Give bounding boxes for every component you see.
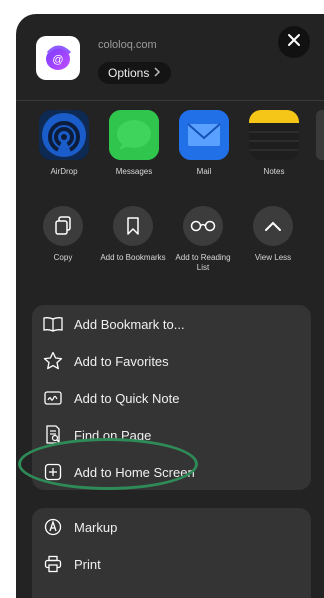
share-actions-row: Copy Add to Bookmarks Add to Reading Lis…	[16, 206, 324, 296]
print-icon	[42, 553, 64, 575]
options-button[interactable]: Options	[98, 62, 172, 84]
share-apps-row: AirDrop Messages Mail Notes	[16, 110, 324, 184]
highlight-annotation	[18, 438, 198, 490]
messages-icon	[109, 110, 159, 160]
copy-icon	[43, 206, 83, 246]
site-icon: @	[36, 36, 80, 80]
app-airdrop[interactable]: AirDrop	[34, 110, 94, 176]
action-label: Copy	[53, 253, 73, 262]
app-label: Mail	[196, 167, 212, 176]
action-label: View Less	[254, 253, 292, 262]
menu-label: Markup	[74, 519, 118, 535]
bookmark-icon	[113, 206, 153, 246]
action-label: Add to Bookmarks	[100, 253, 166, 262]
action-label: Add to Reading List	[175, 253, 231, 272]
app-label: AirDrop	[50, 167, 78, 176]
header-divider	[16, 100, 324, 101]
menu-item-add-to-favorites[interactable]: Add to Favorites	[32, 344, 311, 378]
quick-note-icon	[42, 387, 64, 409]
chevron-up-icon	[253, 206, 293, 246]
menu-group-secondary: Markup Print	[32, 508, 311, 598]
menu-item-markup[interactable]: Markup	[32, 510, 311, 544]
star-icon	[42, 350, 64, 372]
notes-icon	[249, 110, 299, 160]
menu-label: Add to Quick Note	[74, 390, 180, 406]
close-button[interactable]	[278, 26, 310, 58]
app-messages[interactable]: Messages	[104, 110, 164, 176]
menu-label: Add Bookmark to...	[74, 316, 185, 332]
action-view-less[interactable]: View Less	[239, 206, 307, 263]
close-icon	[287, 33, 301, 52]
chevron-right-icon	[153, 66, 161, 80]
glasses-icon	[183, 206, 223, 246]
app-label: Messages	[115, 167, 153, 176]
airdrop-icon	[39, 110, 89, 160]
menu-item-add-to-quick-note[interactable]: Add to Quick Note	[32, 381, 311, 415]
menu-label: Print	[74, 556, 101, 572]
action-reading-list[interactable]: Add to Reading List	[169, 206, 237, 273]
share-sheet: @ cololoq.com Options AirDrop Messages M…	[16, 14, 324, 598]
svg-text:@: @	[52, 54, 63, 66]
app-mail[interactable]: Mail	[174, 110, 234, 176]
action-add-bookmark[interactable]: Add to Bookmarks	[99, 206, 167, 263]
options-label: Options	[108, 66, 150, 80]
menu-item-add-bookmark-to[interactable]: Add Bookmark to...	[32, 307, 311, 341]
book-icon	[42, 313, 64, 335]
action-copy[interactable]: Copy	[29, 206, 97, 263]
site-domain: cololoq.com	[98, 39, 157, 51]
mail-icon	[179, 110, 229, 160]
menu-item-print[interactable]: Print	[32, 547, 311, 581]
markup-icon	[42, 516, 64, 538]
more-apps-peek[interactable]	[316, 110, 324, 160]
menu-item-partial[interactable]	[42, 588, 242, 598]
app-notes[interactable]: Notes	[244, 110, 304, 176]
app-label: Notes	[263, 167, 285, 176]
menu-label: Add to Favorites	[74, 353, 169, 369]
